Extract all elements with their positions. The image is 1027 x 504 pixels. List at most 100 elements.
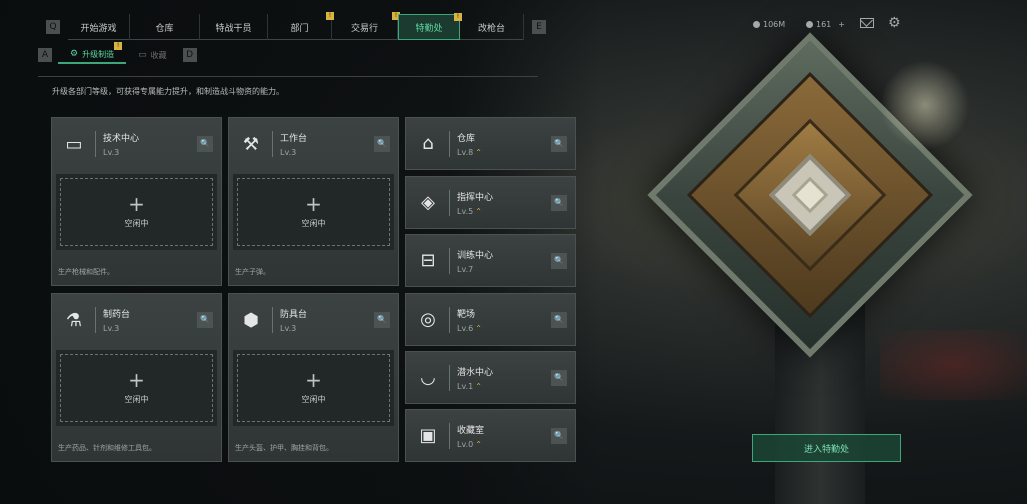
- tab-operators[interactable]: 特战干员: [200, 14, 268, 40]
- mail-icon[interactable]: [860, 18, 874, 28]
- coin-icon: [753, 21, 760, 28]
- special-ops-cube-art: [640, 32, 973, 370]
- tab-department[interactable]: 部门!: [268, 12, 334, 40]
- plus-icon: +: [305, 367, 322, 392]
- facility-warehouse[interactable]: ⌂ 仓库 Lv.8 ⌃ 🔍: [405, 117, 576, 170]
- card-title: 收藏室: [457, 425, 485, 436]
- facility-command-center[interactable]: ◈ 指挥中心 Lv.5 ⌃ 🔍: [405, 176, 576, 229]
- dumbbell-icon: ⊟: [420, 250, 436, 271]
- facility-training-center[interactable]: ⊟ 训练中心 Lv.7 🔍: [405, 234, 576, 287]
- card-title: 技术中心: [103, 134, 140, 144]
- card-level: Lv.8 ⌃: [457, 147, 482, 157]
- card-level: Lv.3: [103, 324, 120, 333]
- production-slot[interactable]: + 空闲中: [233, 350, 394, 426]
- workbench-armor[interactable]: ⬢ 防具台 Lv.3 🔍 + 空闲中 生产头盔、护甲、胸挂和背包。: [228, 293, 399, 462]
- add-currency-icon[interactable]: +: [838, 20, 845, 29]
- display-case-icon: ▣: [419, 425, 437, 446]
- upgrade-available-icon: ⌃: [475, 323, 482, 333]
- card-level: Lv.1 ⌃: [457, 381, 482, 391]
- nav-prev-key[interactable]: Q: [46, 20, 60, 34]
- page-description: 升级各部门等级，可获得专属能力提升，和制造战斗物资的能力。: [52, 87, 284, 96]
- tab-warehouse[interactable]: 仓库: [130, 14, 200, 40]
- collection-icon: ▭: [138, 50, 147, 60]
- armor-icon: ⬢: [243, 309, 259, 331]
- card-description: 生产头盔、护甲、胸挂和背包。: [235, 444, 333, 452]
- search-icon[interactable]: 🔍: [374, 312, 390, 328]
- upgrade-available-icon: ⌃: [475, 439, 482, 449]
- card-description: 生产枪械和配件。: [58, 268, 114, 276]
- card-title: 仓库: [457, 133, 476, 144]
- card-level: Lv.0 ⌃: [457, 439, 482, 449]
- sub-nav: A ⚙ 升级制造 ! ▭ 收藏 D: [38, 42, 197, 65]
- plus-icon: +: [128, 367, 145, 392]
- facility-collection-room[interactable]: ▣ 收藏室 Lv.0 ⌃ 🔍: [405, 409, 576, 462]
- upgrade-available-icon: ⌃: [475, 147, 482, 157]
- top-nav: Q 开始游戏 仓库 特战干员 部门! 交易行! 特勤处! 改枪台 E: [38, 12, 554, 40]
- warehouse-icon: ⌂: [422, 133, 434, 154]
- card-title: 靶场: [457, 309, 476, 320]
- search-icon[interactable]: 🔍: [197, 312, 213, 328]
- workbench-workstation[interactable]: ⚒ 工作台 Lv.3 🔍 + 空闲中 生产子弹。: [228, 117, 399, 286]
- tab-gunsmith[interactable]: 改枪台: [460, 14, 524, 40]
- currency-display-2[interactable]: 161 +: [806, 20, 845, 29]
- target-icon: ◎: [420, 309, 436, 330]
- tools-icon: ⚒: [242, 133, 260, 155]
- plus-icon: +: [305, 191, 322, 216]
- microscope-icon: ⚗: [65, 309, 83, 331]
- card-level: Lv.3: [103, 148, 120, 157]
- card-title: 指挥中心: [457, 192, 494, 203]
- upgrade-available-icon: ⌃: [475, 381, 482, 391]
- monitor-icon: ▭: [65, 133, 83, 155]
- craft-icon: ⚙: [70, 49, 79, 59]
- card-level: Lv.3: [280, 148, 297, 157]
- search-icon[interactable]: 🔍: [551, 136, 567, 152]
- card-title: 制药台: [103, 310, 131, 320]
- production-slot[interactable]: + 空闲中: [56, 174, 217, 250]
- upgrade-available-icon: ⌃: [475, 206, 482, 216]
- slot-status: 空闲中: [301, 218, 326, 228]
- slot-status: 空闲中: [124, 394, 149, 404]
- search-icon[interactable]: 🔍: [197, 136, 213, 152]
- subtab-collection[interactable]: ▭ 收藏: [126, 46, 179, 64]
- plus-icon: +: [128, 191, 145, 216]
- card-level: Lv.7: [457, 264, 474, 274]
- nav-next-key[interactable]: E: [532, 20, 546, 34]
- subnav-next-key[interactable]: D: [182, 48, 197, 62]
- search-icon[interactable]: 🔍: [551, 195, 567, 211]
- search-icon[interactable]: 🔍: [551, 253, 567, 269]
- divider: [38, 76, 538, 77]
- slot-status: 空闲中: [301, 394, 326, 404]
- workbench-pharmacy[interactable]: ⚗ 制药台 Lv.3 🔍 + 空闲中 生产药品、针剂和维修工具包。: [51, 293, 222, 462]
- subtab-upgrade-craft[interactable]: ⚙ 升级制造 !: [58, 42, 127, 64]
- search-icon[interactable]: 🔍: [374, 136, 390, 152]
- facility-shooting-range[interactable]: ◎ 靶场 Lv.6 ⌃ 🔍: [405, 293, 576, 346]
- card-title: 训练中心: [457, 250, 494, 261]
- search-icon[interactable]: 🔍: [551, 428, 567, 444]
- workbench-tech-center[interactable]: ▭ 技术中心 Lv.3 🔍 + 空闲中 生产枪械和配件。: [51, 117, 222, 286]
- tab-start-game[interactable]: 开始游戏: [68, 14, 130, 40]
- card-level: Lv.6 ⌃: [457, 323, 482, 333]
- card-description: 生产药品、针剂和维修工具包。: [58, 444, 156, 452]
- currency-display-1[interactable]: 106M: [753, 20, 785, 29]
- enter-special-ops-button[interactable]: 进入特勤处: [752, 434, 901, 462]
- subnav-prev-key[interactable]: A: [38, 48, 52, 62]
- tab-trading[interactable]: 交易行!: [332, 12, 400, 40]
- production-slot[interactable]: + 空闲中: [56, 350, 217, 426]
- card-description: 生产子弹。: [235, 268, 270, 276]
- production-slot[interactable]: + 空闲中: [233, 174, 394, 250]
- card-title: 工作台: [280, 134, 308, 144]
- diamond-target-icon: ◈: [421, 192, 435, 213]
- slot-status: 空闲中: [124, 218, 149, 228]
- tab-special-ops[interactable]: 特勤处!: [398, 13, 462, 40]
- card-level: Lv.5 ⌃: [457, 206, 482, 216]
- nav-tabs: 开始游戏 仓库 特战干员 部门! 交易行! 特勤处! 改枪台: [68, 12, 524, 40]
- search-icon[interactable]: 🔍: [551, 370, 567, 386]
- facility-diving-center[interactable]: ◡ 潜水中心 Lv.1 ⌃ 🔍: [405, 351, 576, 404]
- diving-mask-icon: ◡: [420, 367, 436, 388]
- notification-badge: !: [114, 42, 123, 50]
- token-icon: [806, 21, 813, 28]
- search-icon[interactable]: 🔍: [551, 312, 567, 328]
- settings-icon[interactable]: ⚙: [888, 15, 901, 31]
- card-title: 潜水中心: [457, 367, 494, 378]
- card-title: 防具台: [280, 310, 308, 320]
